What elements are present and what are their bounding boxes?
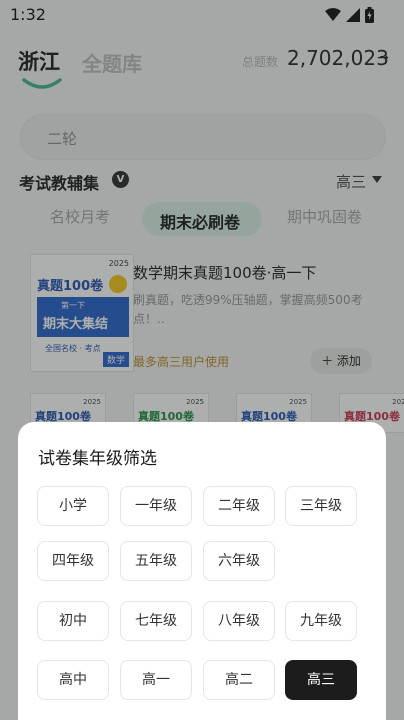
grade-chip[interactable]: 高中 [37, 660, 109, 700]
sheet-title: 试卷集年级筛选 [38, 449, 157, 469]
grade-chip[interactable]: 八年级 [203, 601, 275, 641]
grade-chip[interactable]: 初中 [37, 601, 109, 641]
grade-chip[interactable]: 九年级 [285, 601, 357, 641]
grade-chip[interactable]: 高一 [120, 660, 192, 700]
grade-chip[interactable]: 三年级 [285, 486, 357, 526]
grade-chip[interactable]: 二年级 [203, 486, 275, 526]
grade-filter-sheet: 试卷集年级筛选 小学 一年级 二年级 三年级 四年级 五年级 六年级 初中 七年级 八年级 九年级高… [18, 422, 386, 720]
grade-chip[interactable]: 小学 [37, 486, 109, 526]
grade-chip[interactable]: 高三 [285, 660, 357, 700]
grade-chip[interactable]: 高二 [203, 660, 275, 700]
grade-chip[interactable]: 七年级 [120, 601, 192, 641]
grade-chip[interactable]: 五年级 [120, 541, 192, 581]
grade-chip[interactable]: 一年级 [120, 486, 192, 526]
grade-chip[interactable]: 四年级 [37, 541, 109, 581]
grade-chip[interactable]: 六年级 [203, 541, 275, 581]
